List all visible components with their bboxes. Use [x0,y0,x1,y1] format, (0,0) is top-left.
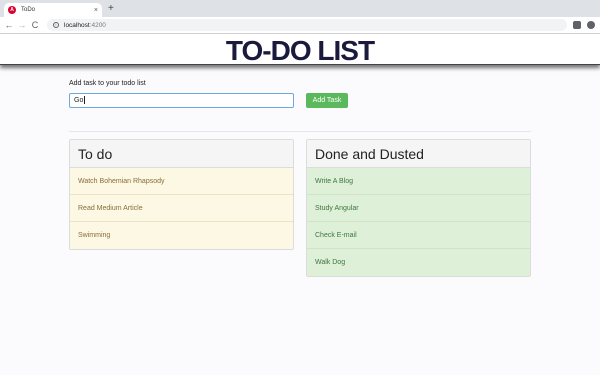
done-item[interactable]: Study Angular [307,195,530,222]
browser-toolbar: ← → C i localhost:4200 [0,17,600,34]
address-bar[interactable]: i localhost:4200 [47,19,567,31]
add-task-label: Add task to your todo list [69,80,146,87]
page-title: TO-DO LIST [225,35,375,66]
todo-item[interactable]: Read Medium Article [70,195,293,222]
todo-panel: To do Watch Bohemian Rhapsody Read Mediu… [69,139,294,250]
url-text: localhost:4200 [64,22,106,29]
text-caret [84,96,86,105]
done-item[interactable]: Walk Dog [307,249,530,276]
todo-item[interactable]: Swimming [70,222,293,249]
todo-heading: To do [70,140,293,168]
task-input[interactable]: Go [69,93,294,108]
done-heading: Done and Dusted [307,140,530,168]
url-port: :4200 [89,21,106,29]
todo-item[interactable]: Watch Bohemian Rhapsody [70,168,293,195]
add-task-button[interactable]: Add Task [306,93,348,108]
new-tab-button[interactable]: + [108,3,114,15]
profile-icon[interactable] [573,21,581,29]
reload-button[interactable]: C [29,18,41,32]
browser-tab[interactable]: A ToDo × [4,3,102,17]
url-host: localhost [64,21,90,29]
app-header: TO-DO LIST [0,34,600,66]
forward-button[interactable]: → [16,18,28,32]
tab-close-icon[interactable]: × [94,7,98,14]
back-button[interactable]: ← [3,18,15,32]
done-item[interactable]: Write A Blog [307,168,530,195]
tab-title: ToDo [21,7,36,13]
done-item[interactable]: Check E-mail [307,222,530,249]
angular-favicon-icon: A [8,6,16,14]
browser-tabstrip: A ToDo × + [0,0,600,17]
info-icon[interactable]: i [53,22,59,28]
divider [69,131,531,132]
done-panel: Done and Dusted Write A Blog Study Angul… [306,139,531,277]
task-input-value: Go [74,97,84,104]
extension-icon[interactable] [587,21,595,29]
